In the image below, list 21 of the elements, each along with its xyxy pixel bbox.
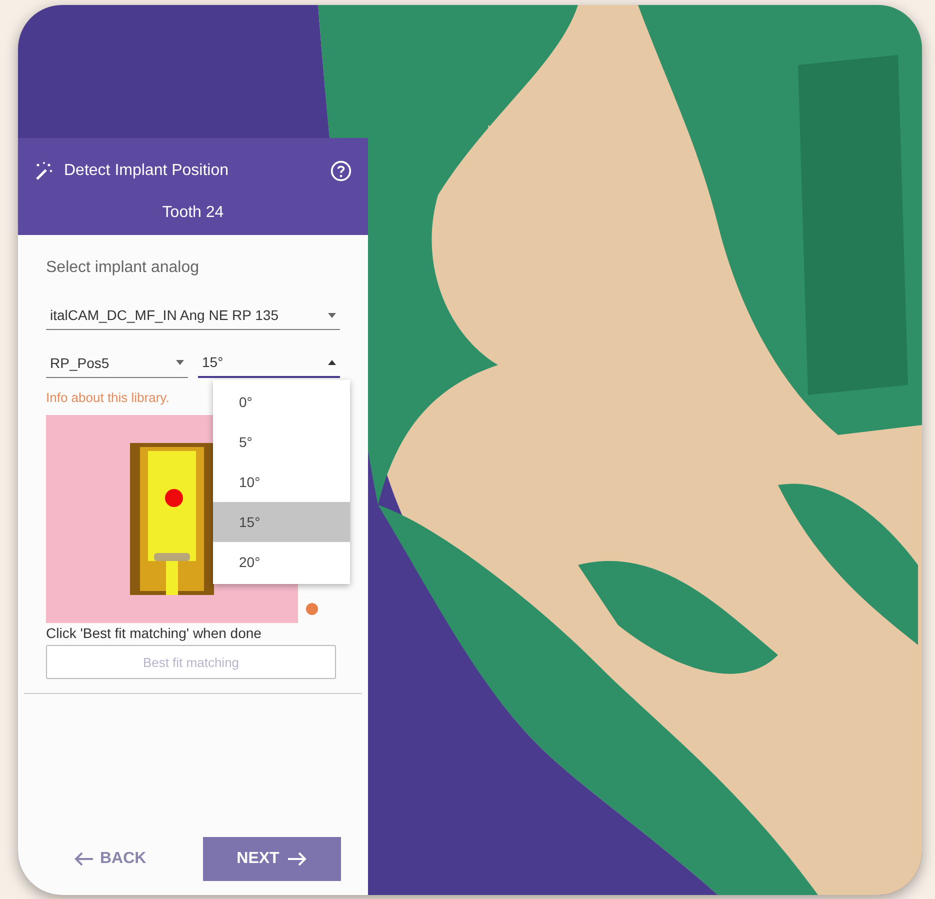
- caret-icon: [328, 360, 336, 364]
- angle-option[interactable]: 5°: [213, 422, 350, 462]
- angle-option[interactable]: 0°: [213, 382, 350, 422]
- angle-select[interactable]: 15°: [198, 350, 340, 378]
- library-select[interactable]: italCAM_DC_MF_IN Ang NE RP 135: [46, 303, 340, 330]
- help-icon[interactable]: [330, 160, 352, 182]
- angle-option[interactable]: 20°: [213, 542, 350, 582]
- angle-option[interactable]: 10°: [213, 462, 350, 502]
- caret-icon: [176, 360, 184, 365]
- hint-text: Click 'Best fit matching' when done: [46, 625, 262, 641]
- caret-icon: [328, 312, 336, 318]
- section-label: Select implant analog: [46, 259, 200, 277]
- tooth-label: Tooth 24: [161, 204, 225, 222]
- magic-wand-icon: [34, 161, 54, 181]
- next-button[interactable]: NEXT: [203, 837, 341, 881]
- arrow-left-icon: [74, 852, 94, 866]
- arrow-right-icon: [287, 852, 308, 866]
- panel-title: Detect Implant Position: [64, 162, 230, 180]
- status-dot: [306, 603, 318, 615]
- position-select[interactable]: RP_Pos5: [46, 350, 188, 378]
- angle-option[interactable]: 15°: [213, 502, 350, 542]
